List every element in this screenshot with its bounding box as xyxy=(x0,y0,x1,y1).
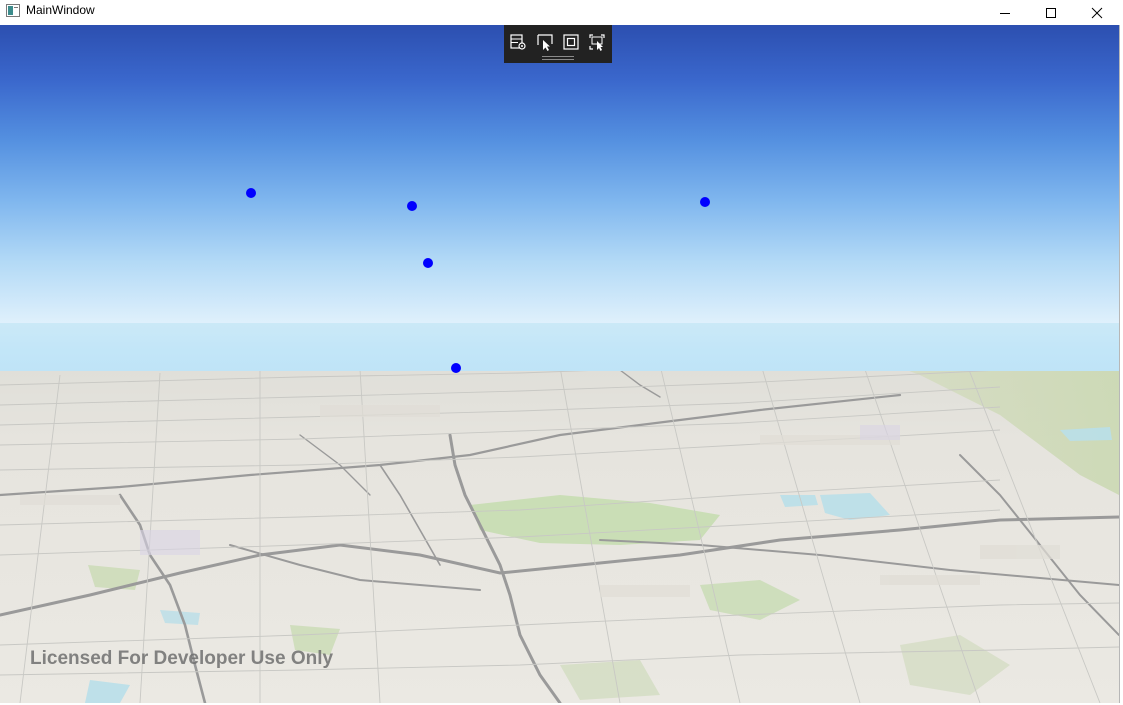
zoom-extent-tool[interactable] xyxy=(560,32,582,52)
graphic-point-2[interactable] xyxy=(407,201,417,211)
graphic-point-3[interactable] xyxy=(700,197,710,207)
close-icon xyxy=(1091,7,1103,18)
graphic-point-4[interactable] xyxy=(423,258,433,268)
area-select-icon xyxy=(589,34,605,51)
minimize-button[interactable] xyxy=(982,0,1028,25)
select-tool[interactable] xyxy=(534,32,556,52)
license-watermark: Licensed For Developer Use Only xyxy=(30,648,334,669)
sketch-toolbar xyxy=(504,25,612,63)
pointer-select-icon xyxy=(537,34,553,51)
graphic-point-1[interactable] xyxy=(246,188,256,198)
maximize-icon xyxy=(1046,7,1056,18)
window-title: MainWindow xyxy=(26,3,95,17)
maximize-button[interactable] xyxy=(1028,0,1074,25)
toolbar-drag-handle[interactable] xyxy=(542,56,574,60)
scene-view[interactable]: Licensed For Developer Use Only xyxy=(0,25,1119,703)
select-area-tool[interactable] xyxy=(586,32,608,52)
table-gear-icon xyxy=(510,34,526,50)
graphic-point-5[interactable] xyxy=(451,363,461,373)
close-button[interactable] xyxy=(1074,0,1120,25)
square-frame-icon xyxy=(563,34,579,50)
window-right-edge xyxy=(1119,25,1123,703)
ocean xyxy=(0,323,1119,371)
minimize-icon xyxy=(1000,12,1010,14)
add-feature-tool[interactable] xyxy=(507,32,529,52)
title-bar: MainWindow xyxy=(0,0,1123,25)
app-icon xyxy=(6,4,20,17)
